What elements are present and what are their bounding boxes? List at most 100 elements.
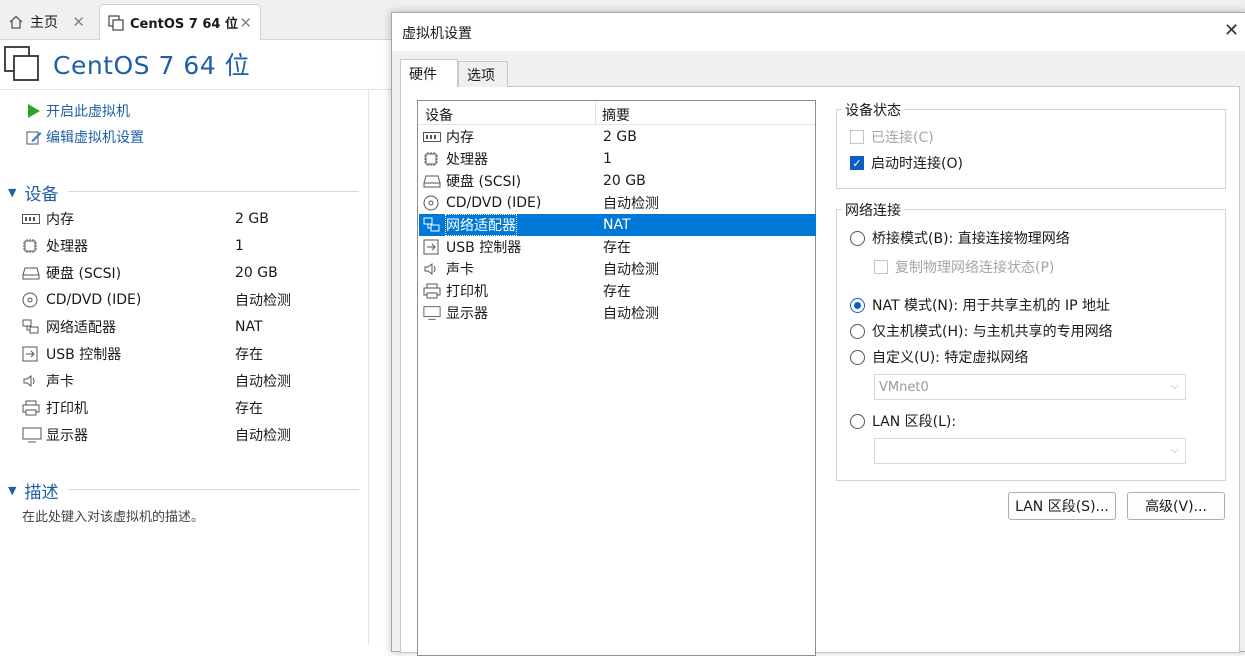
- list-item-name: 处理器: [446, 152, 488, 168]
- connect-at-power-on-checkbox[interactable]: ✓ 启动时连接(O): [850, 153, 963, 173]
- list-item-sound[interactable]: 声卡 自动检测: [419, 258, 816, 280]
- device-row-display[interactable]: 显示器 自动检测: [22, 424, 362, 446]
- device-name: 网络适配器: [46, 320, 116, 336]
- connected-checkbox[interactable]: 已连接(C): [850, 127, 934, 147]
- page-title: CentOS 7 64 位: [53, 51, 251, 80]
- edit-settings-label: 编辑虚拟机设置: [46, 130, 144, 146]
- host-only-radio[interactable]: 仅主机模式(H): 与主机共享的专用网络: [850, 321, 1113, 341]
- device-row-printer[interactable]: 打印机 存在: [22, 397, 362, 419]
- list-item-usb[interactable]: USB 控制器 存在: [419, 236, 816, 258]
- list-item-memory[interactable]: 内存 2 GB: [419, 126, 816, 148]
- usb-icon: [419, 239, 441, 255]
- devices-section-toggle[interactable]: ▼ 设备: [8, 180, 58, 205]
- pane-divider: [368, 89, 369, 644]
- device-row-harddisk[interactable]: 硬盘 (SCSI) 20 GB: [22, 262, 362, 284]
- tab-home[interactable]: 主页 ✕: [0, 4, 93, 40]
- list-item-printer[interactable]: 打印机 存在: [419, 280, 816, 302]
- device-value: 自动检测: [235, 374, 291, 390]
- tab-hardware[interactable]: 硬件: [400, 59, 458, 87]
- close-icon[interactable]: ✕: [239, 14, 252, 32]
- chevron-down-icon: ⌵: [1170, 379, 1179, 392]
- device-value: 自动检测: [235, 293, 291, 309]
- collapse-icon: ▼: [8, 186, 17, 199]
- list-item-cpu[interactable]: 处理器 1: [419, 148, 816, 170]
- custom-radio[interactable]: 自定义(U): 特定虚拟网络: [850, 347, 1028, 367]
- column-divider[interactable]: [595, 101, 596, 125]
- list-item-name: 硬盘 (SCSI): [446, 174, 522, 190]
- list-item-value: 自动检测: [603, 196, 659, 212]
- list-header: 设备 摘要: [418, 101, 815, 125]
- list-item-name: 内存: [446, 130, 474, 146]
- description-section-toggle[interactable]: ▼ 描述: [8, 478, 58, 503]
- tab-options[interactable]: 选项: [458, 61, 508, 87]
- list-item-name: 显示器: [446, 306, 488, 322]
- replicate-checkbox[interactable]: 复制物理网络连接状态(P): [874, 257, 1054, 277]
- description-text[interactable]: 在此处键入对该虚拟机的描述。: [22, 506, 204, 525]
- device-row-sound[interactable]: 声卡 自动检测: [22, 370, 362, 392]
- cpu-icon: [419, 151, 441, 167]
- list-item-harddisk[interactable]: 硬盘 (SCSI) 20 GB: [419, 170, 816, 192]
- advanced-button[interactable]: 高级(V)...: [1127, 492, 1225, 520]
- close-icon[interactable]: ✕: [1224, 20, 1239, 41]
- nat-radio[interactable]: NAT 模式(N): 用于共享主机的 IP 地址: [850, 295, 1110, 315]
- list-item-name: USB 控制器: [446, 240, 522, 256]
- list-item-value: 自动检测: [603, 306, 659, 322]
- speaker-icon: [419, 261, 441, 277]
- device-row-network[interactable]: 网络适配器 NAT: [22, 316, 362, 338]
- devices-heading: 设备: [24, 185, 59, 205]
- device-row-usb[interactable]: USB 控制器 存在: [22, 343, 362, 365]
- monitor-icon: [419, 305, 441, 321]
- printer-icon: [419, 283, 441, 299]
- list-item-cd[interactable]: CD/DVD (IDE) 自动检测: [419, 192, 816, 214]
- cd-icon: [22, 292, 46, 308]
- device-value: 20 GB: [235, 265, 278, 281]
- bridged-radio[interactable]: 桥接模式(B): 直接连接物理网络: [850, 228, 1070, 248]
- list-item-value: 20 GB: [603, 173, 646, 189]
- device-row-cd[interactable]: CD/DVD (IDE) 自动检测: [22, 289, 362, 311]
- collapse-icon: ▼: [8, 484, 17, 497]
- custom-network-value: VMnet0: [879, 379, 929, 395]
- tab-vm[interactable]: CentOS 7 64 位 ✕: [99, 4, 261, 40]
- close-icon[interactable]: ✕: [72, 13, 85, 31]
- list-item-network-selected[interactable]: 网络适配器 NAT: [419, 214, 816, 236]
- section-divider: [68, 489, 359, 490]
- device-value: 存在: [235, 347, 263, 363]
- device-status-title: 设备状态: [842, 100, 904, 120]
- device-row-memory[interactable]: 内存 2 GB: [22, 208, 362, 230]
- list-item-name: 打印机: [446, 284, 488, 300]
- play-icon: [26, 103, 46, 119]
- device-status-group: [836, 109, 1226, 189]
- bridged-label: 桥接模式(B): 直接连接物理网络: [872, 231, 1070, 247]
- device-name: 内存: [46, 212, 74, 228]
- device-value: 存在: [235, 401, 263, 417]
- device-name: 打印机: [46, 401, 88, 417]
- title-divider: [0, 89, 392, 90]
- device-value: 自动检测: [235, 428, 291, 444]
- checkbox-box: [874, 260, 888, 274]
- lan-segment-select[interactable]: ⌵: [874, 438, 1186, 464]
- connect-at-power-on-label: 启动时连接(O): [871, 156, 963, 172]
- edit-settings-link[interactable]: 编辑虚拟机设置: [26, 126, 144, 148]
- device-name: 声卡: [46, 374, 74, 390]
- lan-segment-radio[interactable]: LAN 区段(L):: [850, 411, 956, 431]
- device-row-cpu[interactable]: 处理器 1: [22, 235, 362, 257]
- lan-segments-button[interactable]: LAN 区段(S)...: [1008, 492, 1116, 520]
- tab-home-label: 主页: [30, 15, 58, 31]
- radio-circle: [850, 413, 865, 429]
- column-header-summary[interactable]: 摘要: [602, 105, 630, 125]
- device-list: 设备 摘要 内存 2 GB 处理器 1 硬盘 (SCSI) 20 GB CD/D…: [417, 100, 816, 656]
- power-on-link[interactable]: 开启此虚拟机: [26, 100, 130, 122]
- description-heading: 描述: [24, 483, 59, 503]
- custom-network-select[interactable]: VMnet0 ⌵: [874, 374, 1186, 400]
- power-on-label: 开启此虚拟机: [46, 104, 130, 120]
- column-header-device[interactable]: 设备: [425, 105, 453, 125]
- section-divider: [68, 191, 359, 192]
- device-name: CD/DVD (IDE): [46, 292, 142, 308]
- list-item-name: 声卡: [446, 262, 474, 278]
- memory-icon: [22, 213, 46, 225]
- list-item-value: 存在: [603, 240, 631, 256]
- vm-large-icon: [4, 46, 40, 86]
- replicate-label: 复制物理网络连接状态(P): [895, 260, 1055, 276]
- usb-icon: [22, 346, 46, 362]
- list-item-display[interactable]: 显示器 自动检测: [419, 302, 816, 324]
